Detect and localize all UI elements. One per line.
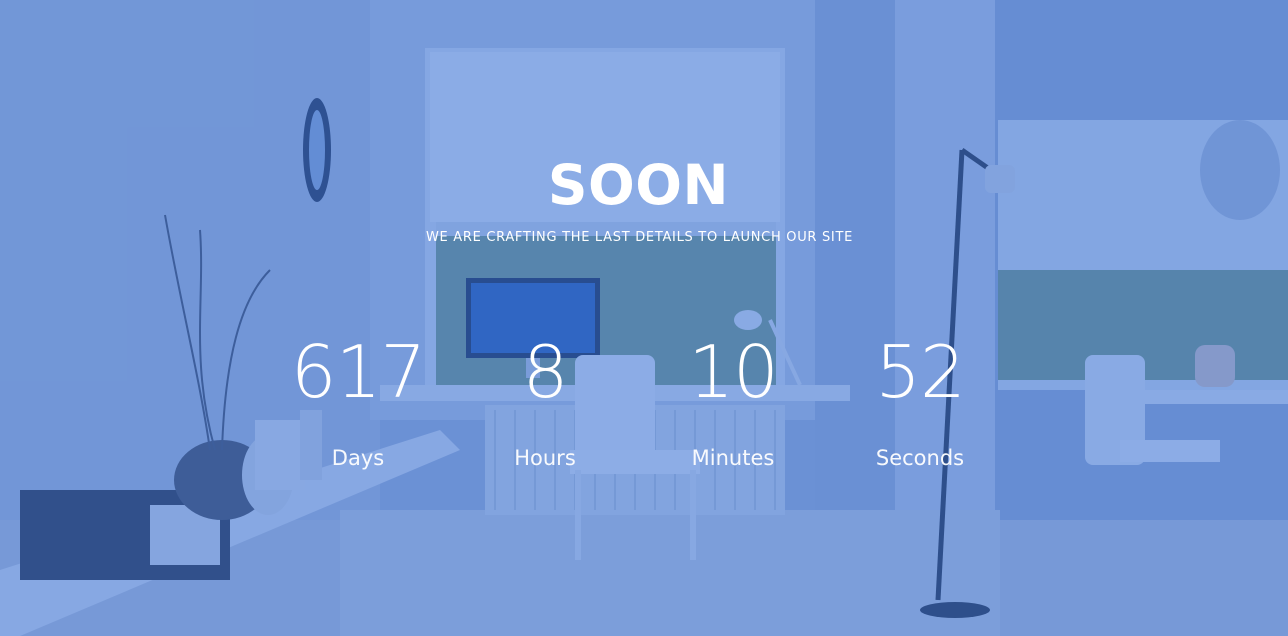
countdown-timer: 617 Days 8 Hours 10 Minutes 52 Seconds (0, 0, 1288, 636)
days-value: 617 (290, 330, 426, 414)
hours-value: 8 (522, 330, 569, 414)
countdown-days: 617 Days (258, 328, 458, 470)
countdown-seconds: 52 Seconds (820, 328, 1020, 470)
countdown-minutes: 10 Minutes (633, 328, 833, 470)
days-label: Days (331, 446, 385, 470)
hours-label: Hours (514, 446, 576, 470)
coming-soon-hero: SOON WE ARE CRAFTING THE LAST DETAILS TO… (0, 0, 1288, 636)
seconds-value: 52 (875, 330, 966, 414)
countdown-hours: 8 Hours (445, 328, 645, 470)
minutes-label: Minutes (691, 446, 775, 470)
seconds-label: Seconds (875, 446, 965, 470)
minutes-value: 10 (688, 330, 779, 414)
